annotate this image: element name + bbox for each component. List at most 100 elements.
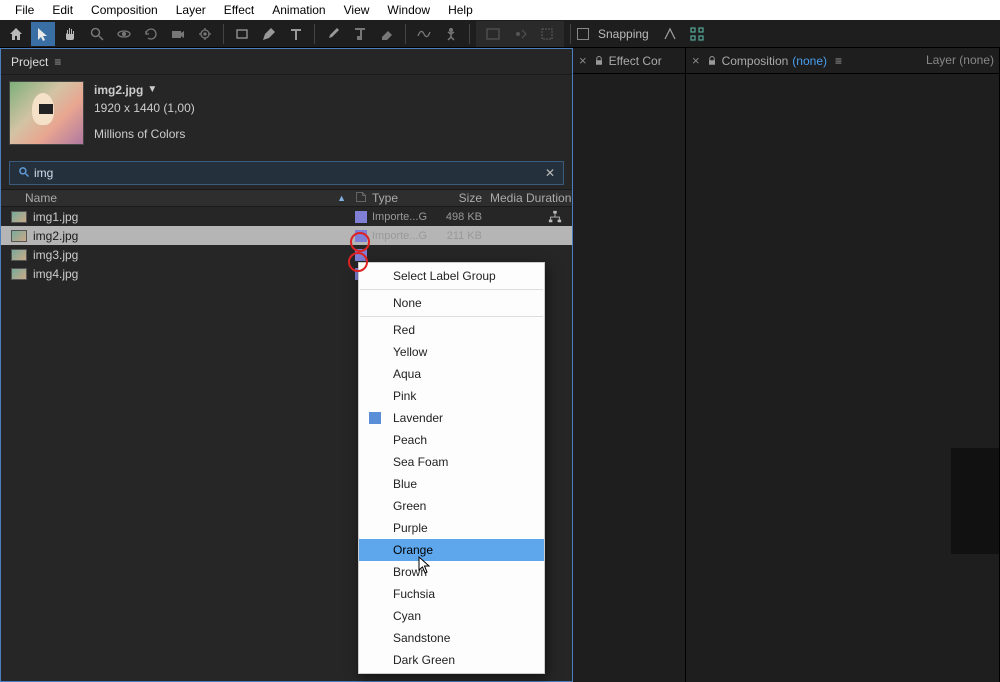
menu-animation[interactable]: Animation xyxy=(263,1,334,19)
asset-row-type: Importe...G xyxy=(372,230,442,242)
asset-thumbnail[interactable] xyxy=(9,81,84,145)
search-icon xyxy=(10,166,34,181)
annotation-red-circle xyxy=(350,232,370,252)
label-color-brown[interactable]: Brown xyxy=(359,561,544,583)
sort-ascending-icon: ▲ xyxy=(337,193,346,203)
text-tool-icon[interactable] xyxy=(284,22,308,46)
asset-row-name: img4.jpg xyxy=(33,267,78,281)
layer-tab-label[interactable]: Layer (none) xyxy=(926,53,994,67)
menu-window[interactable]: Window xyxy=(378,1,439,19)
project-tab[interactable]: Project ≡ xyxy=(1,49,572,75)
close-icon[interactable]: × xyxy=(579,53,589,68)
eraser-tool-icon[interactable] xyxy=(375,22,399,46)
column-media-duration[interactable]: Media Duration xyxy=(490,191,572,205)
label-color-swatch[interactable] xyxy=(350,211,372,223)
label-color-name: Aqua xyxy=(393,367,421,381)
search-input[interactable]: img xyxy=(34,166,537,180)
composition-panel: × Composition (none) ≡ xyxy=(686,48,1000,682)
mask-feather-icon[interactable] xyxy=(508,22,532,46)
roto-tool-icon[interactable] xyxy=(412,22,436,46)
column-name[interactable]: Name ▲ xyxy=(1,191,350,205)
asset-row[interactable]: img1.jpgImporte...G498 KB xyxy=(1,207,572,226)
selection-tool-icon[interactable] xyxy=(31,22,55,46)
comp-none-link[interactable]: (none) xyxy=(792,54,827,68)
label-color-name: Blue xyxy=(393,477,417,491)
menu-file[interactable]: File xyxy=(6,1,43,19)
asset-row-size: 498 KB xyxy=(442,211,490,223)
toolbar-separator xyxy=(405,24,406,44)
label-color-peach[interactable]: Peach xyxy=(359,429,544,451)
menu-view[interactable]: View xyxy=(335,1,379,19)
snap-toggle-icon[interactable] xyxy=(658,22,682,46)
label-color-purple[interactable]: Purple xyxy=(359,517,544,539)
label-color-cyan[interactable]: Cyan xyxy=(359,605,544,627)
flowchart-icon[interactable] xyxy=(548,210,562,224)
pan-behind-icon[interactable] xyxy=(193,22,217,46)
toolbar-separator xyxy=(570,24,571,44)
lock-icon xyxy=(706,55,718,67)
effect-controls-tab[interactable]: × Effect Cor xyxy=(573,48,685,74)
brush-tool-icon[interactable] xyxy=(321,22,345,46)
label-color-sea-foam[interactable]: Sea Foam xyxy=(359,451,544,473)
mask-tool-group xyxy=(476,21,564,47)
label-color-orange[interactable]: Orange xyxy=(359,539,544,561)
label-color-yellow[interactable]: Yellow xyxy=(359,341,544,363)
label-color-aqua[interactable]: Aqua xyxy=(359,363,544,385)
label-color-pink[interactable]: Pink xyxy=(359,385,544,407)
menu-composition[interactable]: Composition xyxy=(82,1,167,19)
label-color-name: Sea Foam xyxy=(393,455,448,469)
camera-tool-icon[interactable] xyxy=(166,22,190,46)
menu-separator xyxy=(360,316,543,317)
puppet-tool-icon[interactable] xyxy=(439,22,463,46)
asset-row-media xyxy=(490,210,572,224)
label-color-name: Dark Green xyxy=(393,653,455,667)
label-color-green[interactable]: Green xyxy=(359,495,544,517)
pen-tool-icon[interactable] xyxy=(257,22,281,46)
snapping-checkbox[interactable] xyxy=(577,28,589,40)
context-menu-none[interactable]: None xyxy=(359,292,544,314)
column-size[interactable]: Size xyxy=(442,191,490,205)
label-color-lavender[interactable]: Lavender xyxy=(359,407,544,429)
panel-menu-icon[interactable]: ≡ xyxy=(54,55,61,69)
snap-grid-icon[interactable] xyxy=(685,22,709,46)
label-color-fuchsia[interactable]: Fuchsia xyxy=(359,583,544,605)
search-row: img ✕ xyxy=(9,161,564,185)
orbit-tool-icon[interactable] xyxy=(112,22,136,46)
file-thumbnail-icon xyxy=(11,230,27,242)
label-color-dark-green[interactable]: Dark Green xyxy=(359,649,544,671)
context-menu-title[interactable]: Select Label Group xyxy=(359,265,544,287)
clear-search-icon[interactable]: ✕ xyxy=(537,166,563,180)
label-color-red[interactable]: Red xyxy=(359,319,544,341)
clone-tool-icon[interactable] xyxy=(348,22,372,46)
asset-row[interactable]: img2.jpgImporte...G211 KB xyxy=(1,226,572,245)
label-color-blue[interactable]: Blue xyxy=(359,473,544,495)
asset-dropdown-caret[interactable]: ▼ xyxy=(147,81,157,99)
close-icon[interactable]: × xyxy=(692,53,702,68)
asset-row-name: img2.jpg xyxy=(33,229,78,243)
effect-panel-body xyxy=(573,74,685,682)
comp-tab-label: Composition xyxy=(722,54,789,68)
asset-info: img2.jpg ▼ 1920 x 1440 (1,00) Millions o… xyxy=(1,75,572,157)
mask-mode-icon[interactable] xyxy=(481,22,505,46)
rectangle-tool-icon[interactable] xyxy=(230,22,254,46)
column-type[interactable]: Type xyxy=(372,191,442,205)
menu-layer[interactable]: Layer xyxy=(167,1,215,19)
label-context-menu: Select Label Group None RedYellow Aqua Pin… xyxy=(358,262,545,674)
composition-body xyxy=(686,74,999,682)
menu-effect[interactable]: Effect xyxy=(215,1,263,19)
asset-row-type: Importe...G xyxy=(372,211,442,223)
rotation-tool-icon[interactable] xyxy=(139,22,163,46)
menu-edit[interactable]: Edit xyxy=(43,1,82,19)
home-icon[interactable] xyxy=(4,22,28,46)
zoom-tool-icon[interactable] xyxy=(85,22,109,46)
menu-help[interactable]: Help xyxy=(439,1,482,19)
label-color-sandstone[interactable]: Sandstone xyxy=(359,627,544,649)
panel-menu-icon[interactable]: ≡ xyxy=(835,54,842,68)
label-color-name: Cyan xyxy=(393,609,421,623)
hand-tool-icon[interactable] xyxy=(58,22,82,46)
effect-tab-label: Effect Cor xyxy=(609,54,662,68)
file-thumbnail-icon xyxy=(11,211,27,223)
column-label[interactable] xyxy=(350,191,372,206)
mask-expand-icon[interactable] xyxy=(535,22,559,46)
snapping-label: Snapping xyxy=(592,27,655,41)
